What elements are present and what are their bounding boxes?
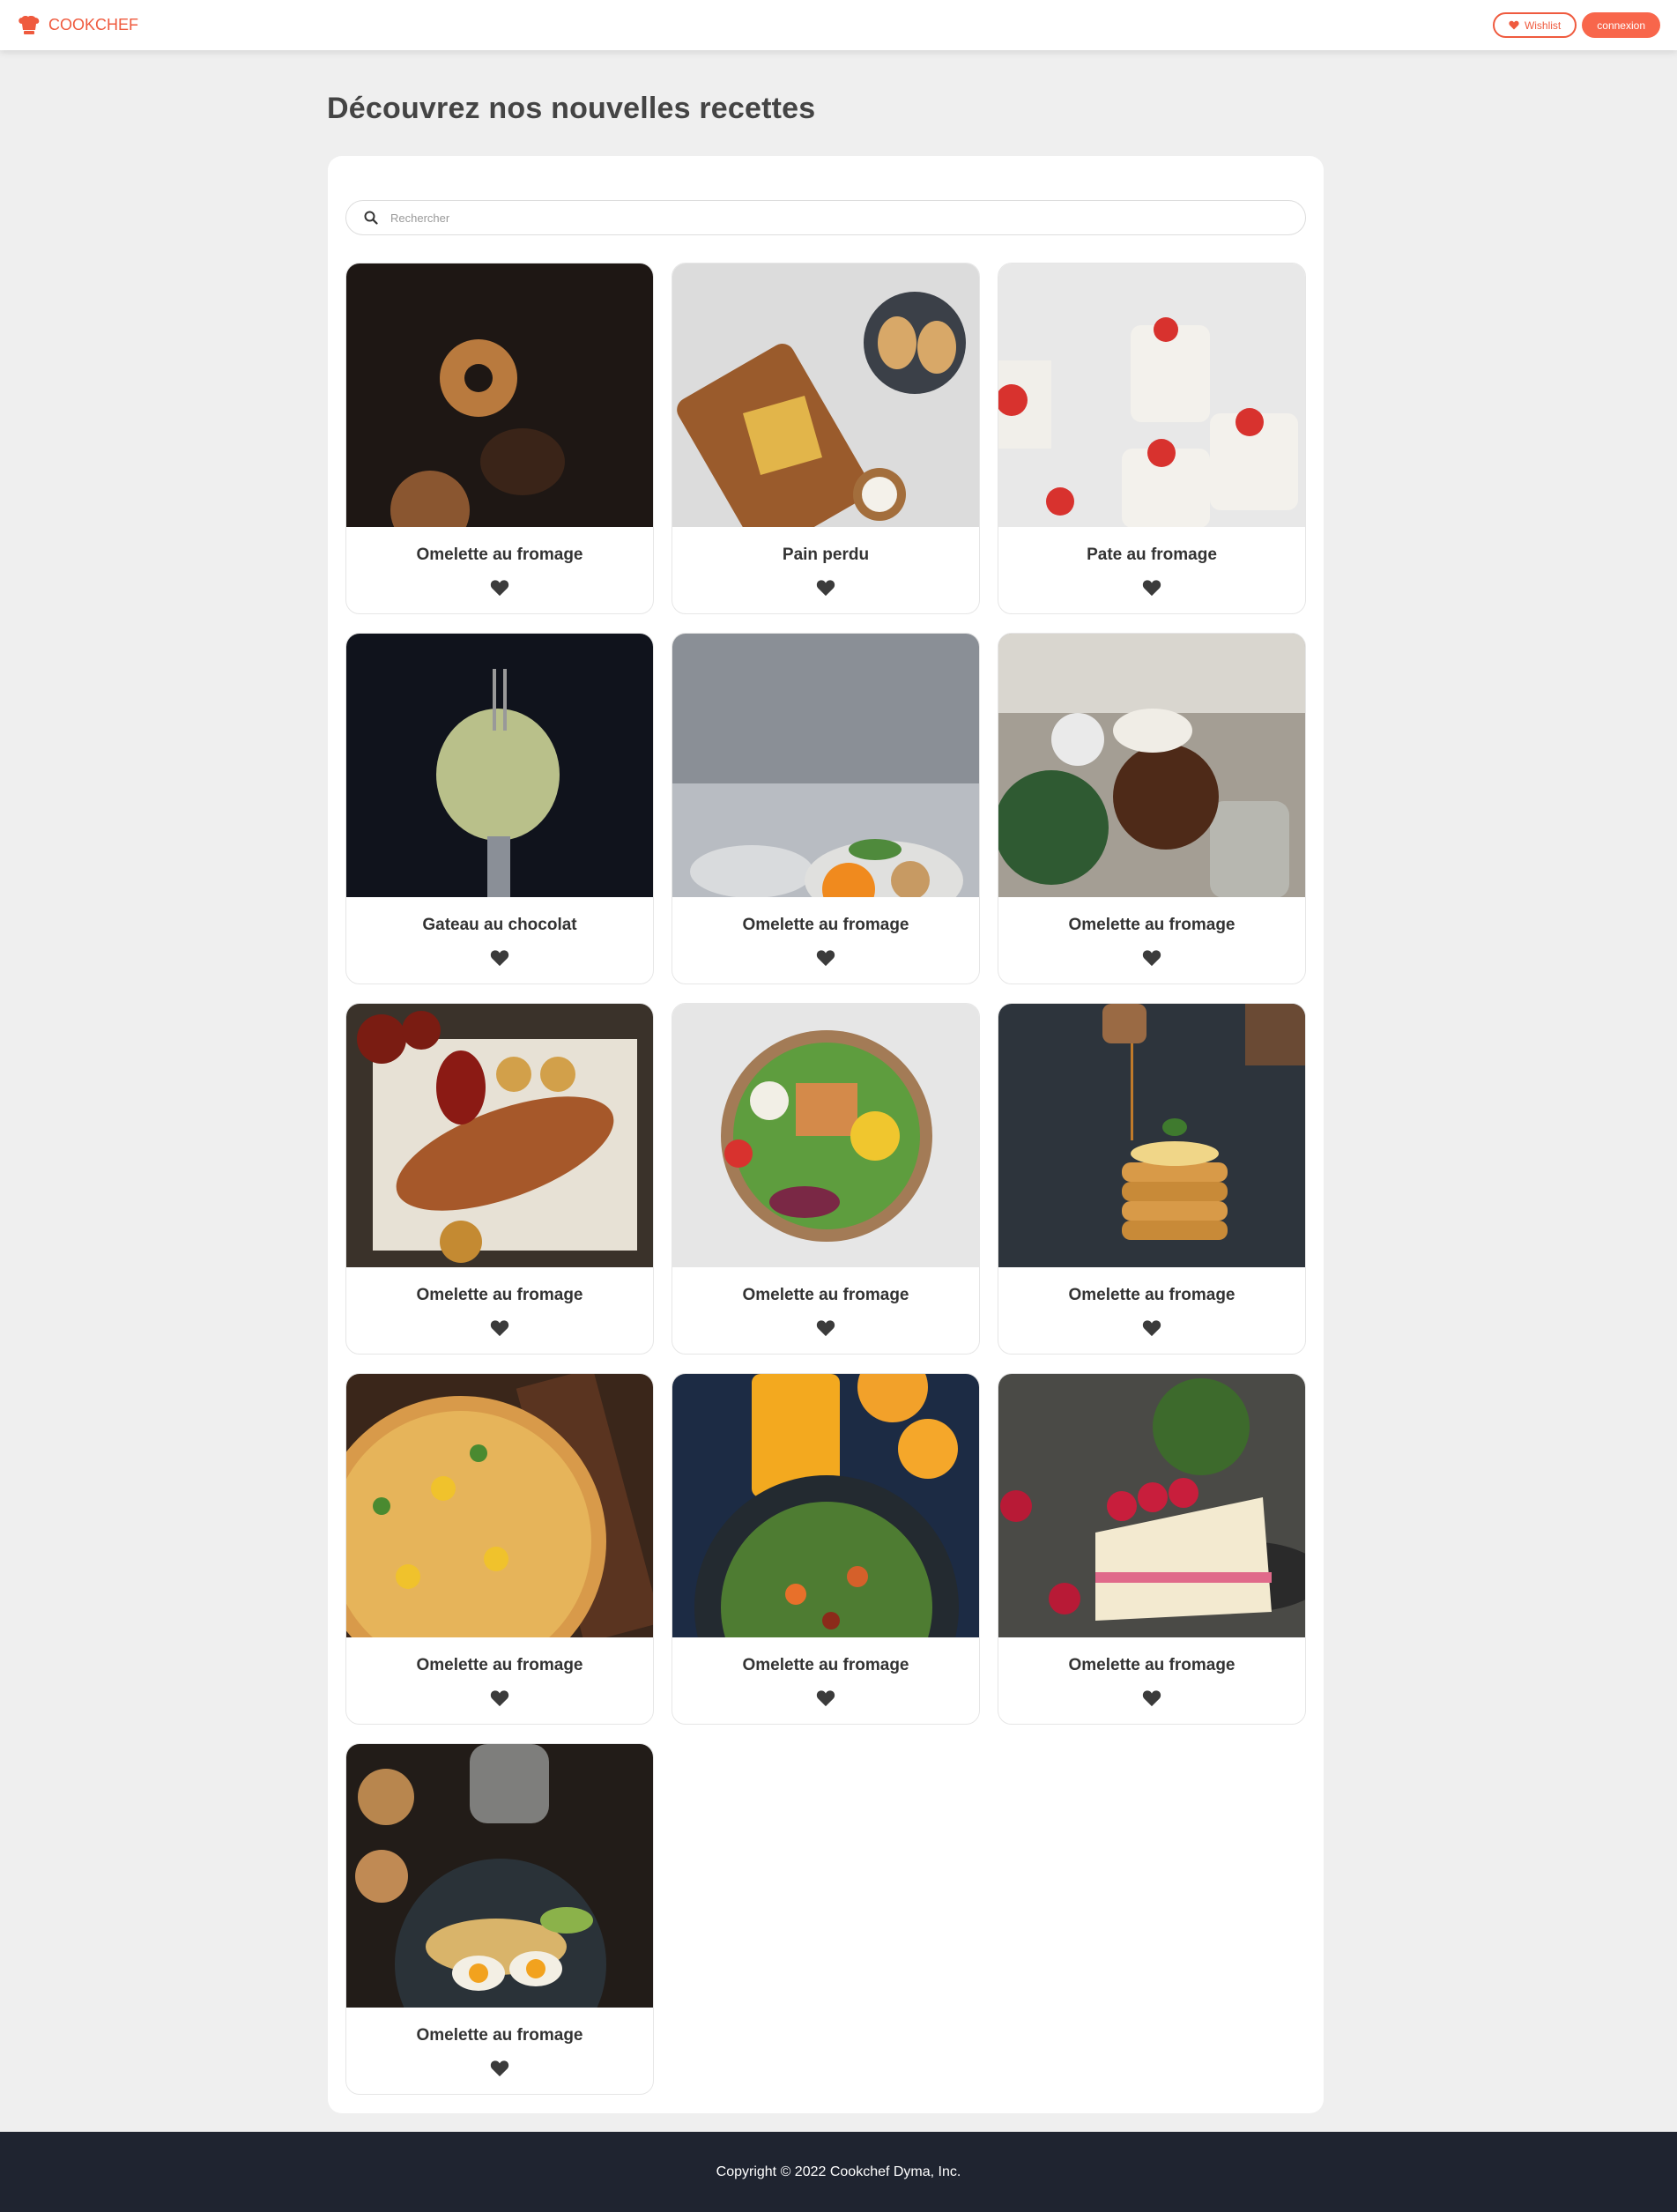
search-icon [364, 211, 378, 225]
recipe-title: Pate au fromage [1087, 546, 1217, 564]
recipe-title: Omelette au fromage [416, 1656, 583, 1674]
recipe-image [998, 634, 1305, 897]
heart-icon[interactable] [816, 1689, 835, 1707]
recipe-card[interactable]: Omelette au fromage [672, 1003, 980, 1355]
heart-icon[interactable] [490, 579, 509, 597]
wishlist-button[interactable]: Wishlist [1492, 12, 1577, 38]
recipe-image [672, 634, 979, 897]
recipe-card[interactable]: Pain perdu [672, 263, 980, 614]
recipe-image [346, 634, 653, 897]
logo-text: COOKCHEF [48, 16, 139, 33]
recipe-card[interactable]: Omelette au fromage [998, 1003, 1306, 1355]
heart-icon[interactable] [1142, 1319, 1161, 1337]
recipe-title: Omelette au fromage [742, 1286, 909, 1304]
recipe-card[interactable]: Omelette au fromage [998, 1373, 1306, 1725]
heart-icon[interactable] [1142, 579, 1161, 597]
heart-icon[interactable] [1142, 949, 1161, 967]
recipe-card[interactable]: Omelette au fromage [345, 1373, 654, 1725]
recipe-image [346, 1004, 653, 1267]
copyright-text: Copyright © 2022 Cookchef Dyma, Inc. [716, 2164, 961, 2179]
recipe-image [672, 1004, 979, 1267]
recipe-image [672, 1374, 979, 1637]
recipe-image [346, 264, 653, 527]
heart-icon[interactable] [816, 579, 835, 597]
recipe-grid: Omelette au fromage Pain perdu Pate au fro… [345, 263, 1306, 2095]
recipe-card[interactable]: Omelette au fromage [672, 633, 980, 984]
recipe-title: Omelette au fromage [742, 916, 909, 934]
recipe-title: Omelette au fromage [1068, 1286, 1235, 1304]
recipe-card[interactable]: Omelette au fromage [672, 1373, 980, 1725]
heart-icon[interactable] [490, 1319, 509, 1337]
recipe-image [346, 1374, 653, 1637]
recipe-card[interactable]: Omelette au fromage [345, 1003, 654, 1355]
heart-icon [1509, 20, 1519, 30]
recipe-title: Omelette au fromage [416, 1286, 583, 1304]
connexion-button[interactable]: connexion [1582, 12, 1660, 38]
recipe-title: Omelette au fromage [416, 546, 583, 564]
recipe-title: Pain perdu [782, 546, 870, 564]
recipe-title: Gateau au chocolat [422, 916, 577, 934]
header-actions: Wishlist connexion [1492, 12, 1660, 38]
recipe-image [998, 264, 1305, 527]
heart-icon[interactable] [490, 2060, 509, 2077]
top-navbar: COOKCHEF Wishlist connexion [0, 0, 1677, 50]
chef-hat-icon [17, 15, 43, 36]
search-input[interactable] [390, 211, 1184, 225]
recipes-panel: Omelette au fromage Pain perdu Pate au fro… [328, 156, 1324, 2113]
page-title: Découvrez nos nouvelles recettes [327, 92, 816, 125]
footer: Copyright © 2022 Cookchef Dyma, Inc. [0, 2132, 1677, 2212]
heart-icon[interactable] [490, 949, 509, 967]
recipe-title: Omelette au fromage [416, 2026, 583, 2045]
recipe-card[interactable]: Pate au fromage [998, 263, 1306, 614]
recipe-title: Omelette au fromage [1068, 916, 1235, 934]
search-bar[interactable] [345, 200, 1306, 235]
heart-icon[interactable] [816, 1319, 835, 1337]
recipe-card[interactable]: Omelette au fromage [998, 633, 1306, 984]
recipe-title: Omelette au fromage [742, 1656, 909, 1674]
recipe-image [346, 1744, 653, 2008]
logo[interactable]: COOKCHEF [17, 15, 138, 36]
heart-icon[interactable] [1142, 1689, 1161, 1707]
recipe-image [998, 1374, 1305, 1637]
recipe-title: Omelette au fromage [1068, 1656, 1235, 1674]
recipe-card[interactable]: Omelette au fromage [345, 263, 654, 614]
recipe-card[interactable]: Gateau au chocolat [345, 633, 654, 984]
recipe-card[interactable]: Omelette au fromage [345, 1743, 654, 2095]
recipe-image [998, 1004, 1305, 1267]
recipe-image [672, 264, 979, 527]
heart-icon[interactable] [816, 949, 835, 967]
wishlist-label: Wishlist [1524, 19, 1562, 32]
heart-icon[interactable] [490, 1689, 509, 1707]
